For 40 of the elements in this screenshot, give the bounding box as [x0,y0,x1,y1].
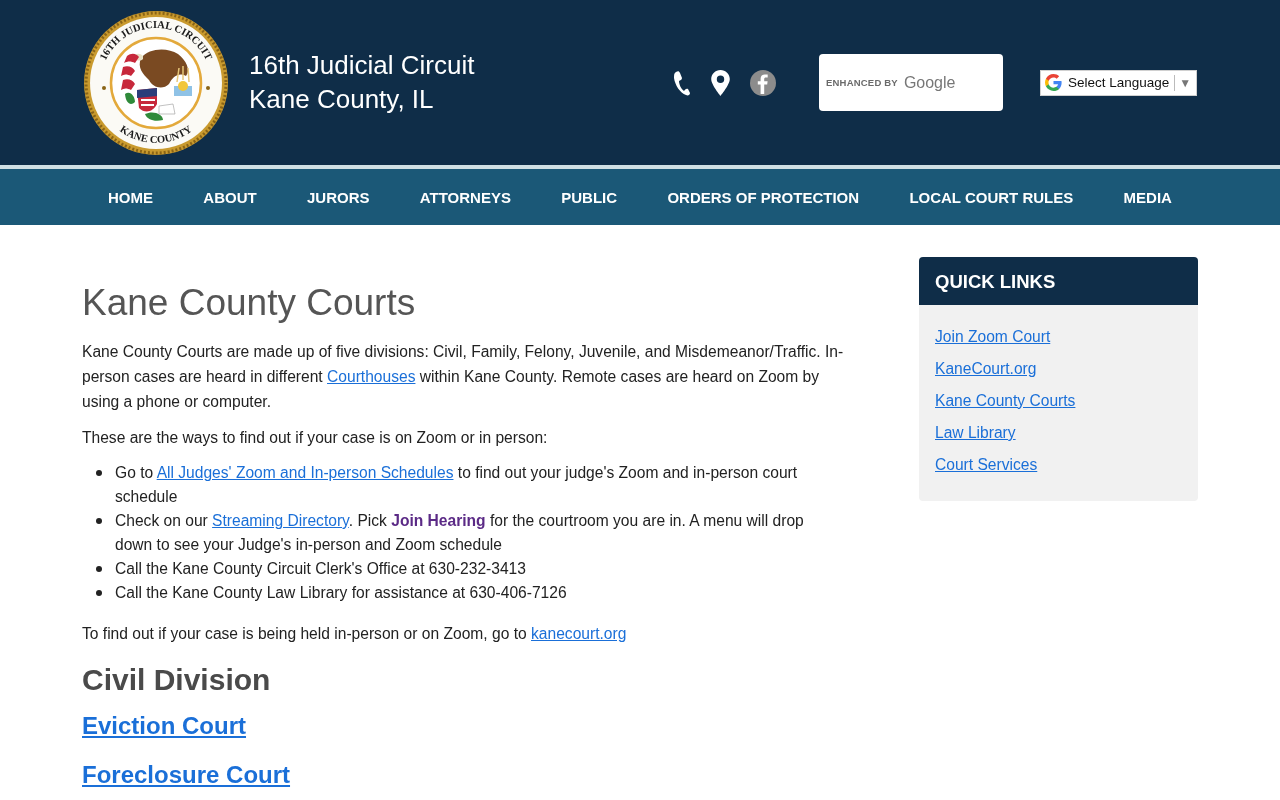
list-item-text: Call the Kane County Circuit Clerk's Office at 630-232-3413 [115,559,527,579]
paragraph: These are the ways to find out if your case is on Zoom or in person: [82,428,549,448]
bullet-icon [96,470,102,476]
nav-link[interactable]: JURORS [306,188,370,206]
text-link[interactable]: All Judges' Zoom and In-person Schedules [156,464,454,481]
nav-link[interactable]: MEDIA [1123,188,1172,206]
phone-icon[interactable] [673,69,691,96]
search-field[interactable]: ENHANCED BY Google [819,54,1003,111]
text-link[interactable]: Courthouses [327,368,416,385]
location-pin-icon[interactable] [711,69,730,96]
section-heading: Civil Division [82,662,272,698]
nav-link[interactable]: LOCAL COURT RULES [909,188,1074,206]
nav-link[interactable]: ABOUT [203,188,257,206]
site-title: Kane County, IL [249,82,434,116]
facebook-icon[interactable] [750,69,776,96]
quick-link[interactable]: Join Zoom Court [935,328,1051,345]
intro-paragraph: Kane County Courts are made up of five divisions: Civil, Family, Felony, Juvenile, and Misdemeanor/Traffic. In-person cases are heard in different Courthouses within Kane County. Remote cases are heard on Zoom by using a phone or computer. [82,342,845,412]
bullet-icon [96,566,102,572]
nav-link[interactable]: HOME [108,188,153,206]
nav-link[interactable]: PUBLIC [561,188,618,206]
nav-link[interactable]: ATTORNEYS [419,188,511,206]
g-logo-icon [1045,74,1062,91]
text-link[interactable]: kanecourt.org [531,625,627,642]
nav-link[interactable]: ORDERS OF PROTECTION [667,188,860,206]
quick-links-header: QUICK LINKS [919,257,1198,305]
paragraph: To find out if your case is being held in-person or on Zoom, go to kanecourt.org [82,624,628,644]
quick-link[interactable]: Court Services [935,456,1038,473]
site-title: 16th Judicial Circuit [249,48,475,82]
quick-link[interactable]: KaneCourt.org [935,360,1037,377]
court-link[interactable]: Foreclosure Court [82,761,291,788]
bullet-icon [96,518,102,524]
list-item-text: Check on our Streaming Directory. Pick Join Hearing for the courtroom you are in. A menu will drop down to see your Judge's in-person and Zoom schedule [115,511,805,555]
quick-link[interactable]: Kane County Courts [935,392,1076,409]
language-select[interactable]: Select Language ▼ [1040,69,1197,96]
list-item-text: Call the Kane County Law Library for assistance at 630-406-7126 [115,583,568,603]
page-title: Kane County Courts [82,281,417,325]
text-link[interactable]: Streaming Directory [212,512,349,529]
bullet-icon [96,590,102,596]
court-link[interactable]: Eviction Court [82,712,246,739]
quick-link[interactable]: Law Library [935,424,1016,441]
